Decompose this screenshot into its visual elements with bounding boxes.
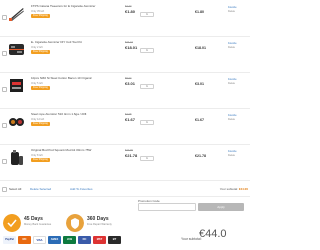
guarantee-title: 360 Days — [87, 216, 109, 222]
favorite-link[interactable]: Favorite — [228, 150, 237, 153]
subtotal-summary: Your subtotal: €44.00 — [220, 187, 248, 191]
unit-price: €18.01 — [125, 45, 138, 50]
product-title[interactable]: FTPS Catana Tweezers for E Cigarette Ato… — [31, 5, 97, 9]
apply-promo-button[interactable]: Apply — [198, 203, 244, 211]
delete-link[interactable]: Delete — [228, 46, 235, 49]
shipping-badge: Free Shipping — [31, 86, 50, 90]
quantity-stepper[interactable]: 1 — [140, 156, 154, 161]
visa-icon: VISA — [33, 236, 46, 244]
pod-mod-image — [11, 150, 23, 165]
row-total: €1.80 — [195, 10, 204, 14]
shipping-badge: Free Shipping — [31, 14, 50, 18]
unit-price: €3.01 — [125, 81, 136, 86]
warranty-icon — [66, 214, 84, 232]
cart-row: E- Cigarette Atomizer DIY Coil Tool Kit … — [0, 38, 250, 73]
bulk-actions-bar: Select All Delete Selected Add To Favori… — [0, 183, 250, 197]
delete-link[interactable]: Delete — [228, 154, 235, 157]
original-price: €27.99 — [125, 149, 133, 152]
select-all-checkbox[interactable] — [2, 187, 7, 192]
quantity-stepper[interactable]: 1 — [140, 48, 154, 53]
row-checkbox[interactable] — [2, 51, 7, 56]
paypal-icon: PayPal — [3, 236, 16, 244]
delete-link[interactable]: Delete — [228, 82, 235, 85]
total-value: €44.0 — [199, 228, 227, 240]
promo-code-input[interactable] — [138, 203, 196, 211]
original-price: €24.42 — [125, 41, 133, 44]
unit-price: €21.78 — [125, 153, 138, 158]
money-back-icon — [3, 214, 21, 232]
row-checkbox[interactable] — [2, 159, 7, 164]
stock-note: Only 2 left — [31, 46, 43, 49]
quantity-stepper[interactable]: 1 — [140, 12, 154, 17]
original-price: €2.30 — [125, 5, 132, 8]
row-total: €18.01 — [195, 46, 206, 50]
stock-note: Only 5 left — [31, 82, 43, 85]
original-price: €5.07 — [125, 77, 132, 80]
row-checkbox[interactable] — [2, 123, 7, 128]
favorite-link[interactable]: Favorite — [228, 114, 237, 117]
row-total: €21.78 — [195, 154, 206, 158]
shipping-badge: Free Shipping — [31, 122, 50, 126]
favorite-link[interactable]: Favorite — [228, 78, 237, 81]
amex-icon: AMEX — [48, 236, 61, 244]
quantity-stepper[interactable]: 1 — [140, 84, 154, 89]
mastercard-icon: MC — [18, 236, 31, 244]
shipping-badge: Free Shipping — [31, 50, 50, 54]
stock-note: Only 8 left — [31, 154, 43, 157]
original-price: €2.08 — [125, 113, 132, 116]
cart-row: Steel rope Atomizer 510 4mm 1.6ga / 20ft… — [0, 110, 250, 145]
delete-link[interactable]: Delete — [228, 118, 235, 121]
wire-spool-image — [9, 118, 24, 126]
guarantee-subtitle: Money Back Guarantee — [24, 223, 52, 226]
delete-link[interactable]: Delete — [228, 10, 235, 13]
row-checkbox[interactable] — [2, 15, 7, 20]
quantity-stepper[interactable]: 1 — [140, 120, 154, 125]
diners-club-icon: DC — [78, 236, 91, 244]
product-title[interactable]: Steel rope Atomizer 510 4mm 1.6ga / 20ft — [31, 113, 97, 117]
cart-row: 10pcs Ni60 Ni Steel Cotton Bacon 10 Orga… — [0, 74, 250, 109]
cotton-pack-image — [10, 79, 23, 92]
product-title[interactable]: Original Bud Pod Squonk Mod kit 30mm 75W — [31, 149, 97, 153]
subtotal-label: Your subtotal: — [219, 187, 238, 191]
maestro-icon: MST — [93, 236, 106, 244]
shipping-badge: Free Shipping — [31, 158, 50, 162]
favorite-link[interactable]: Favorite — [228, 6, 237, 9]
unit-price: €1.67 — [125, 117, 136, 122]
product-title[interactable]: 10pcs Ni60 Ni Steel Cotton Bacon 10 Orga… — [31, 77, 97, 81]
guarantee-subtitle: Free Repair Warranty — [87, 223, 112, 226]
stock-note: Only 35 left — [31, 10, 45, 13]
row-total: €3.01 — [195, 82, 204, 86]
row-total: €1.67 — [195, 118, 204, 122]
stock-note: Only 12 left — [31, 118, 45, 121]
unit-price: €1.80 — [125, 9, 136, 14]
tool-kit-image — [9, 44, 24, 55]
select-all-label[interactable]: Select All — [9, 187, 21, 191]
tweezers-image — [9, 8, 24, 21]
product-title[interactable]: E- Cigarette Atomizer DIY Coil Tool Kit — [31, 41, 97, 45]
cart-row: FTPS Catana Tweezers for E Cigarette Ato… — [0, 2, 250, 37]
delete-selected-link[interactable]: Delete Selected — [30, 187, 51, 191]
bank-transfer-icon: BT — [108, 236, 121, 244]
cart-row: Original Bud Pod Squonk Mod kit 30mm 75W… — [0, 146, 250, 181]
jcb-icon: JCB — [63, 236, 76, 244]
row-checkbox[interactable] — [2, 87, 7, 92]
guarantee-title: 45 Days — [24, 216, 43, 222]
add-to-favorites-link[interactable]: Add To Favorites — [70, 187, 92, 191]
favorite-link[interactable]: Favorite — [228, 42, 237, 45]
subtotal-value: €44.00 — [238, 187, 248, 191]
